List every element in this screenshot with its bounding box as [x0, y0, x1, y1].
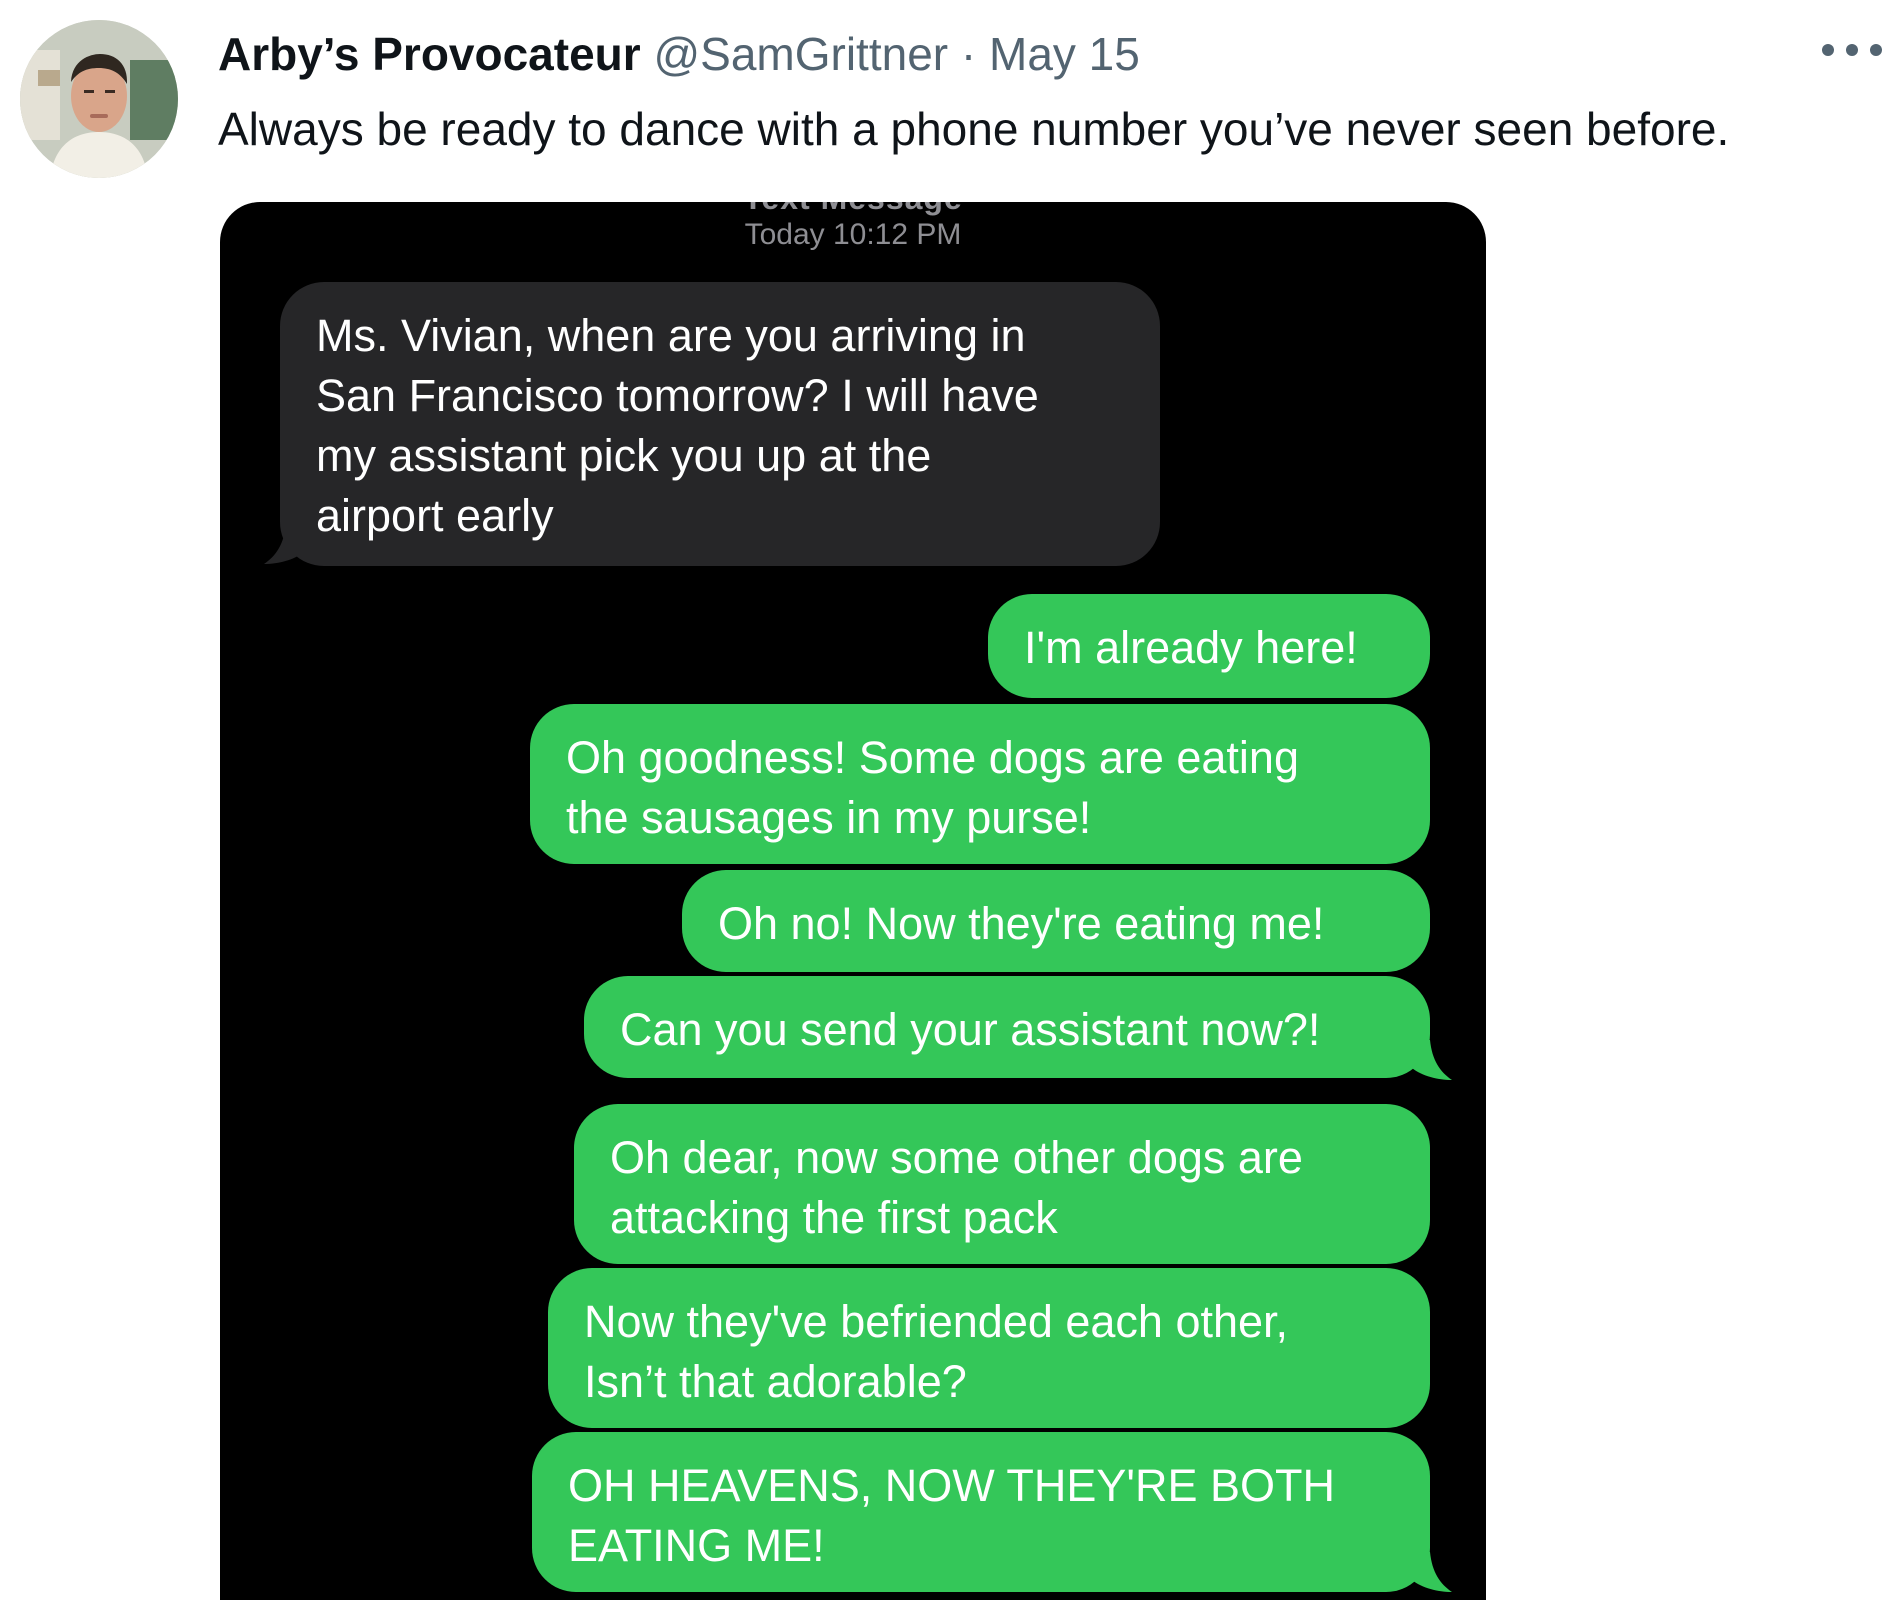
sent-message-bubble: Oh goodness! Some dogs are eating the sa…	[530, 704, 1430, 864]
tweet-text: Always be ready to dance with a phone nu…	[218, 103, 1730, 155]
tweet: Arby’s Provocateur @SamGrittner · May 15…	[0, 0, 1900, 1600]
display-name[interactable]: Arby’s Provocateur	[218, 28, 641, 80]
received-bubble-tail	[264, 524, 304, 564]
message-line: the sausages in my purse!	[566, 792, 1092, 843]
message-timestamp: Today 10:12 PM	[744, 218, 962, 251]
tweet-media-screenshot[interactable]: Text Message Today 10:12 PM Ms. Vivian, …	[220, 202, 1486, 1600]
sent-message-bubble: I'm already here!	[988, 594, 1430, 698]
avatar[interactable]	[20, 20, 178, 178]
tweet-header: Arby’s Provocateur @SamGrittner · May 15	[218, 26, 1140, 82]
thread-label: Text Message	[220, 202, 1486, 217]
message-line: OH HEAVENS, NOW THEY'RE BOTH	[568, 1460, 1336, 1511]
message-line: Isn’t that adorable?	[584, 1356, 967, 1407]
separator-dot: ·	[960, 28, 977, 80]
message-line: Can you send your assistant now?!	[620, 1004, 1321, 1055]
more-dot	[1822, 44, 1834, 56]
tweet-date[interactable]: May 15	[989, 28, 1140, 80]
more-horizontal-icon[interactable]	[1822, 30, 1882, 70]
sent-bubble-tail	[1412, 1040, 1452, 1080]
sent-message-bubble: Now they've befriended each other, Isn’t…	[548, 1268, 1430, 1428]
message-line: I'm already here!	[1024, 622, 1358, 673]
avatar-image	[20, 20, 178, 178]
user-handle[interactable]: @SamGrittner	[653, 28, 948, 80]
sent-message-bubble: Oh no! Now they're eating me!	[682, 870, 1430, 972]
sent-message-bubble: OH HEAVENS, NOW THEY'RE BOTH EATING ME!	[532, 1432, 1430, 1592]
message-line: Oh dear, now some other dogs are	[610, 1132, 1303, 1183]
more-dot	[1870, 44, 1882, 56]
message-line: Now they've befriended each other,	[584, 1296, 1289, 1347]
message-line: Oh no! Now they're eating me!	[718, 898, 1325, 949]
sent-message-bubble: Oh dear, now some other dogs are attacki…	[574, 1104, 1430, 1264]
message-line: San Francisco tomorrow? I will have	[316, 370, 1039, 421]
sent-message-bubble: Can you send your assistant now?!	[584, 976, 1430, 1078]
more-dot	[1846, 44, 1858, 56]
message-line: attacking the first pack	[610, 1192, 1058, 1243]
message-line: my assistant pick you up at the	[316, 430, 932, 481]
sent-bubble-tail	[1412, 1552, 1452, 1592]
message-line: Oh goodness! Some dogs are eating	[566, 732, 1299, 783]
message-line: airport early	[316, 490, 554, 541]
message-line: Ms. Vivian, when are you arriving in	[316, 310, 1026, 361]
message-line: EATING ME!	[568, 1520, 825, 1571]
received-message-bubble: Ms. Vivian, when are you arriving in San…	[280, 282, 1160, 566]
